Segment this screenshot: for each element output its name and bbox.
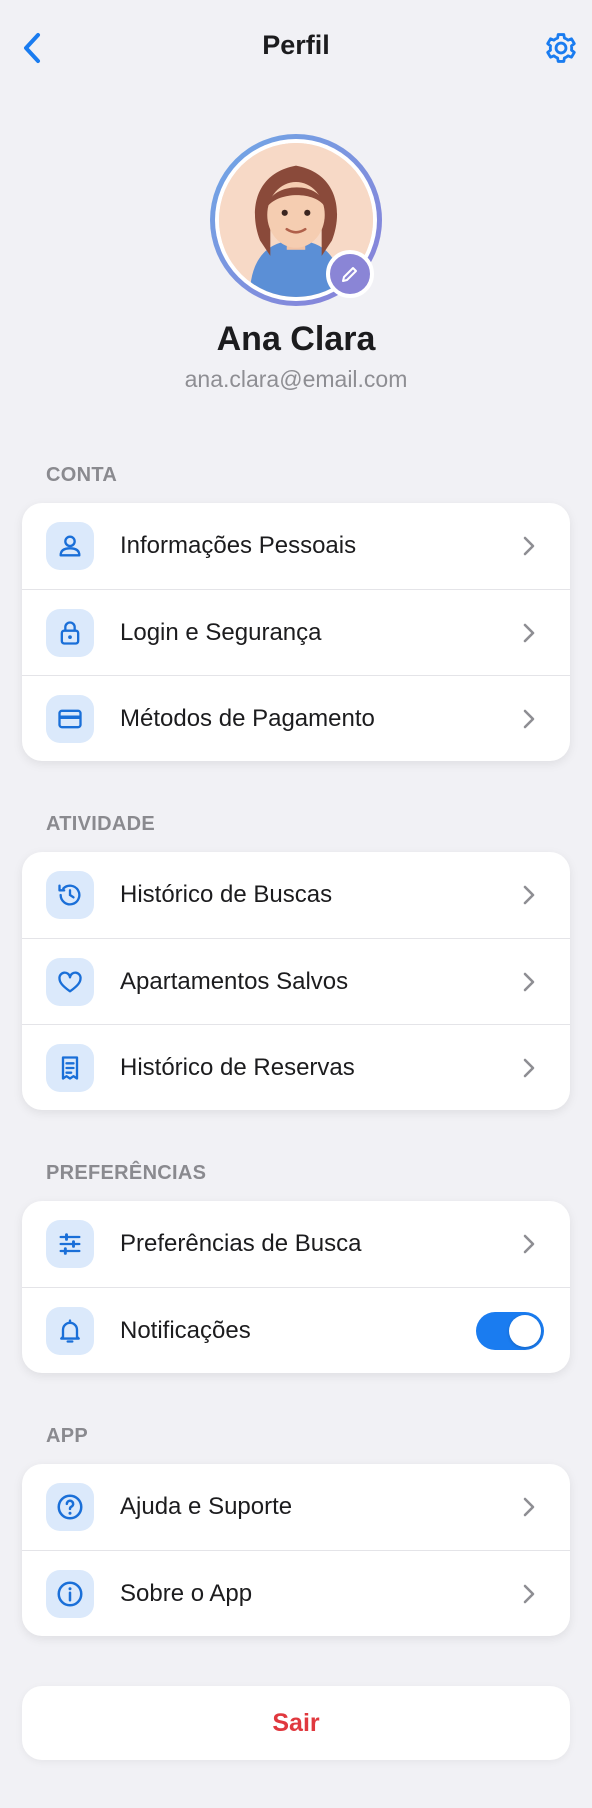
lock-icon <box>46 608 94 657</box>
help-circle-icon <box>46 1483 94 1531</box>
heart-icon <box>46 957 94 1006</box>
list-item-historico-reservas[interactable]: Histórico de Reservas <box>22 1024 570 1110</box>
pencil-icon <box>342 267 357 282</box>
chevron-right-icon <box>523 1497 535 1517</box>
list-item-notificacoes: Notificações <box>22 1287 570 1373</box>
section-label-atividade: ATIVIDADE <box>46 813 155 835</box>
chevron-right-icon <box>523 623 535 642</box>
bell-icon <box>46 1306 94 1355</box>
user-icon <box>46 522 94 570</box>
list-item-sobre-app[interactable]: Sobre o App <box>22 1550 570 1636</box>
list-item-historico-buscas[interactable]: Histórico de Buscas <box>22 852 570 938</box>
page-title: Perfil <box>262 30 330 60</box>
chevron-right-icon <box>523 1234 535 1254</box>
chevron-right-icon <box>523 709 535 728</box>
list-item-login-seguranca[interactable]: Login e Segurança <box>22 589 570 675</box>
chevron-right-icon <box>523 536 535 556</box>
list-item-label: Histórico de Buscas <box>120 881 333 908</box>
list-item-label: Métodos de Pagamento <box>120 704 375 732</box>
notifications-toggle[interactable] <box>476 1311 544 1350</box>
list-item-label: Ajuda e Suporte <box>120 1493 293 1520</box>
info-icon <box>46 1569 94 1618</box>
chevron-right-icon <box>523 972 535 991</box>
list-item-metodos-pagamento[interactable]: Métodos de Pagamento <box>22 675 570 761</box>
edit-avatar-button[interactable] <box>326 250 374 298</box>
card-app: Ajuda e Suporte Sobre o App <box>22 1464 570 1636</box>
list-item-ajuda-suporte[interactable]: Ajuda e Suporte <box>22 1464 570 1550</box>
list-item-label: Sobre o App <box>120 1579 253 1607</box>
chevron-right-icon <box>523 885 535 905</box>
logout-label: Sair <box>272 1708 320 1737</box>
section-label-conta: CONTA <box>46 464 118 486</box>
list-item-label: Informações Pessoais <box>120 532 357 559</box>
list-item-apartamentos-salvos[interactable]: Apartamentos Salvos <box>22 938 570 1024</box>
settings-button[interactable] <box>542 29 580 67</box>
list-item-label: Histórico de Reservas <box>120 1053 355 1081</box>
user-name: Ana Clara <box>216 320 376 358</box>
list-item-label: Notificações <box>120 1316 251 1344</box>
section-label-app: APP <box>46 1425 89 1447</box>
gear-icon <box>546 33 576 63</box>
avatar[interactable] <box>210 134 382 306</box>
header: Perfil <box>0 0 592 96</box>
toggle-knob <box>509 1314 541 1347</box>
list-item-preferencias-busca[interactable]: Preferências de Busca <box>22 1201 570 1287</box>
sliders-icon <box>46 1220 94 1268</box>
credit-card-icon <box>46 694 94 743</box>
section-label-preferencias: PREFERÊNCIAS <box>46 1162 207 1184</box>
card-conta: Informações Pessoais Login e Segurança M… <box>22 503 570 761</box>
list-item-label: Login e Segurança <box>120 618 322 646</box>
history-icon <box>46 871 94 919</box>
chevron-right-icon <box>523 1584 535 1603</box>
list-item-informacoes-pessoais[interactable]: Informações Pessoais <box>22 503 570 589</box>
list-item-label: Preferências de Busca <box>120 1230 362 1257</box>
card-preferencias: Preferências de Busca Notificações <box>22 1201 570 1373</box>
chevron-right-icon <box>523 1058 535 1077</box>
list-item-label: Apartamentos Salvos <box>120 967 349 995</box>
card-atividade: Histórico de Buscas Apartamentos Salvos … <box>22 852 570 1110</box>
receipt-icon <box>46 1043 94 1092</box>
user-email: ana.clara@email.com <box>184 366 408 392</box>
logout-button[interactable]: Sair <box>22 1686 570 1760</box>
